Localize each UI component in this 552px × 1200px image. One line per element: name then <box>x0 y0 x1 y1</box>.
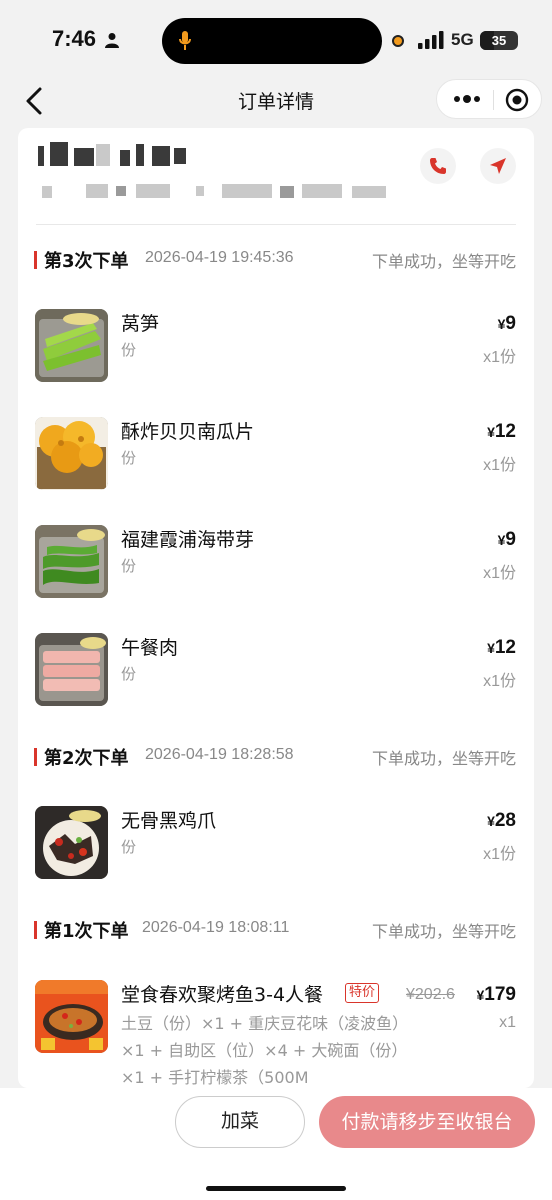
navigation-arrow-icon <box>490 158 506 174</box>
item-price: ¥12 <box>487 637 516 659</box>
currency-symbol: ¥ <box>487 813 495 829</box>
item-quantity: x1份 <box>483 565 516 582</box>
batch-status: 下单成功，坐等开吃 <box>371 749 516 768</box>
phone-icon <box>430 158 446 174</box>
item-quantity: x1份 <box>483 673 516 690</box>
pay-at-counter-button[interactable]: 付款请移步至收银台 <box>319 1096 535 1148</box>
batch-accent-bar <box>34 748 37 766</box>
store-name-redacted <box>36 138 186 172</box>
order-item-combo: 堂食春欢聚烤鱼3-4人餐 特价 ¥202.6 ¥179 x1 土豆（份）×1 +… <box>18 980 534 1088</box>
item-name: 堂食春欢聚烤鱼3-4人餐 <box>121 984 324 1006</box>
combo-description: 土豆（份）×1 + 重庆豆花味（凌波鱼）×1 + 自助区（位）×4 + 大碗面（… <box>121 1014 401 1087</box>
status-time: 7:46 <box>52 26 97 51</box>
item-unit: 份 <box>121 838 137 856</box>
battery-level: 35 <box>491 33 507 48</box>
order-item: 酥炸贝贝南瓜片 份 ¥12 x1份 <box>18 417 534 497</box>
battery-icon: 35 <box>480 31 518 50</box>
dish-image <box>35 417 108 490</box>
batch-title: 第1次下单 <box>44 921 129 942</box>
item-price: ¥12 <box>487 421 516 443</box>
divider <box>36 224 516 225</box>
dish-image <box>35 806 108 879</box>
item-unit: 份 <box>121 557 137 575</box>
person-icon <box>105 33 119 48</box>
item-name: 福建霞浦海带芽 <box>121 529 255 551</box>
capsule-divider <box>493 90 494 110</box>
dish-image <box>35 633 108 706</box>
item-quantity: x1份 <box>483 349 516 366</box>
item-price-value: 9 <box>505 313 516 334</box>
item-price-value: 28 <box>494 810 516 831</box>
add-dish-button[interactable]: 加菜 <box>175 1096 305 1148</box>
currency-symbol: ¥ <box>487 640 495 656</box>
item-unit: 份 <box>121 665 137 683</box>
signal-icon <box>418 31 444 49</box>
item-unit: 份 <box>121 341 137 359</box>
target-icon[interactable] <box>505 88 529 112</box>
order-item: 午餐肉 份 ¥12 x1份 <box>18 633 534 713</box>
order-item: 福建霞浦海带芽 份 ¥9 x1份 <box>18 525 534 605</box>
dynamic-island <box>162 18 382 64</box>
dish-image <box>35 309 108 382</box>
item-price-value: 12 <box>494 421 516 442</box>
order-item: 无骨黑鸡爪 份 ¥28 x1份 <box>18 806 534 886</box>
home-indicator <box>206 1186 346 1191</box>
batch-time: 2026-04-19 18:08:11 <box>142 919 290 936</box>
item-quantity: x1份 <box>483 846 516 863</box>
call-store-button[interactable] <box>420 148 456 184</box>
item-price: ¥9 <box>498 529 516 551</box>
item-price-value: 9 <box>505 529 516 550</box>
batch-header: 第3次下单 2026-04-19 19:45:36 下单成功，坐等开吃 <box>18 245 534 275</box>
item-price-value: 179 <box>484 984 516 1005</box>
batch-accent-bar <box>34 251 37 269</box>
item-price: ¥28 <box>487 810 516 832</box>
more-dots-icon[interactable] <box>453 92 481 106</box>
dish-image <box>35 525 108 598</box>
item-quantity: x1份 <box>483 457 516 474</box>
recording-dot-icon <box>392 35 404 47</box>
dish-image <box>35 980 108 1053</box>
order-card: 第3次下单 2026-04-19 19:45:36 下单成功，坐等开吃 莴笋 份… <box>18 128 534 1088</box>
item-name: 酥炸贝贝南瓜片 <box>121 421 255 443</box>
navigate-to-store-button[interactable] <box>480 148 516 184</box>
item-name: 午餐肉 <box>121 637 179 659</box>
batch-status: 下单成功，坐等开吃 <box>371 922 516 941</box>
batch-time: 2026-04-19 19:45:36 <box>145 249 294 266</box>
nav-bar: 订单详情 <box>0 78 552 124</box>
item-price-value: 12 <box>494 637 516 658</box>
item-name: 莴笋 <box>121 313 160 335</box>
batch-time: 2026-04-19 18:28:58 <box>145 746 294 763</box>
batch-title: 第2次下单 <box>44 748 129 769</box>
mic-icon <box>179 31 191 50</box>
batch-header: 第1次下单 2026-04-19 18:08:11 下单成功，坐等开吃 <box>18 915 534 945</box>
batch-header: 第2次下单 2026-04-19 18:28:58 下单成功，坐等开吃 <box>18 742 534 772</box>
item-price: ¥179 <box>477 984 517 1006</box>
item-price: ¥9 <box>498 313 516 335</box>
original-price: ¥202.6 <box>406 986 455 1003</box>
item-quantity: x1 <box>499 1014 516 1031</box>
order-item: 莴笋 份 ¥9 x1份 <box>18 309 534 389</box>
batch-status: 下单成功，坐等开吃 <box>371 252 516 271</box>
batch-title: 第3次下单 <box>44 251 129 272</box>
batch-accent-bar <box>34 921 37 939</box>
special-price-badge: 特价 <box>345 983 380 1003</box>
item-unit: 份 <box>121 449 137 467</box>
mini-program-capsule <box>436 79 542 119</box>
bottom-action-bar: 加菜 付款请移步至收银台 <box>0 1088 552 1200</box>
store-address-redacted <box>36 182 392 202</box>
network-type: 5G <box>451 30 474 49</box>
item-name: 无骨黑鸡爪 <box>121 810 217 832</box>
status-bar: 7:46 5G 35 <box>0 0 552 78</box>
currency-symbol: ¥ <box>487 424 495 440</box>
